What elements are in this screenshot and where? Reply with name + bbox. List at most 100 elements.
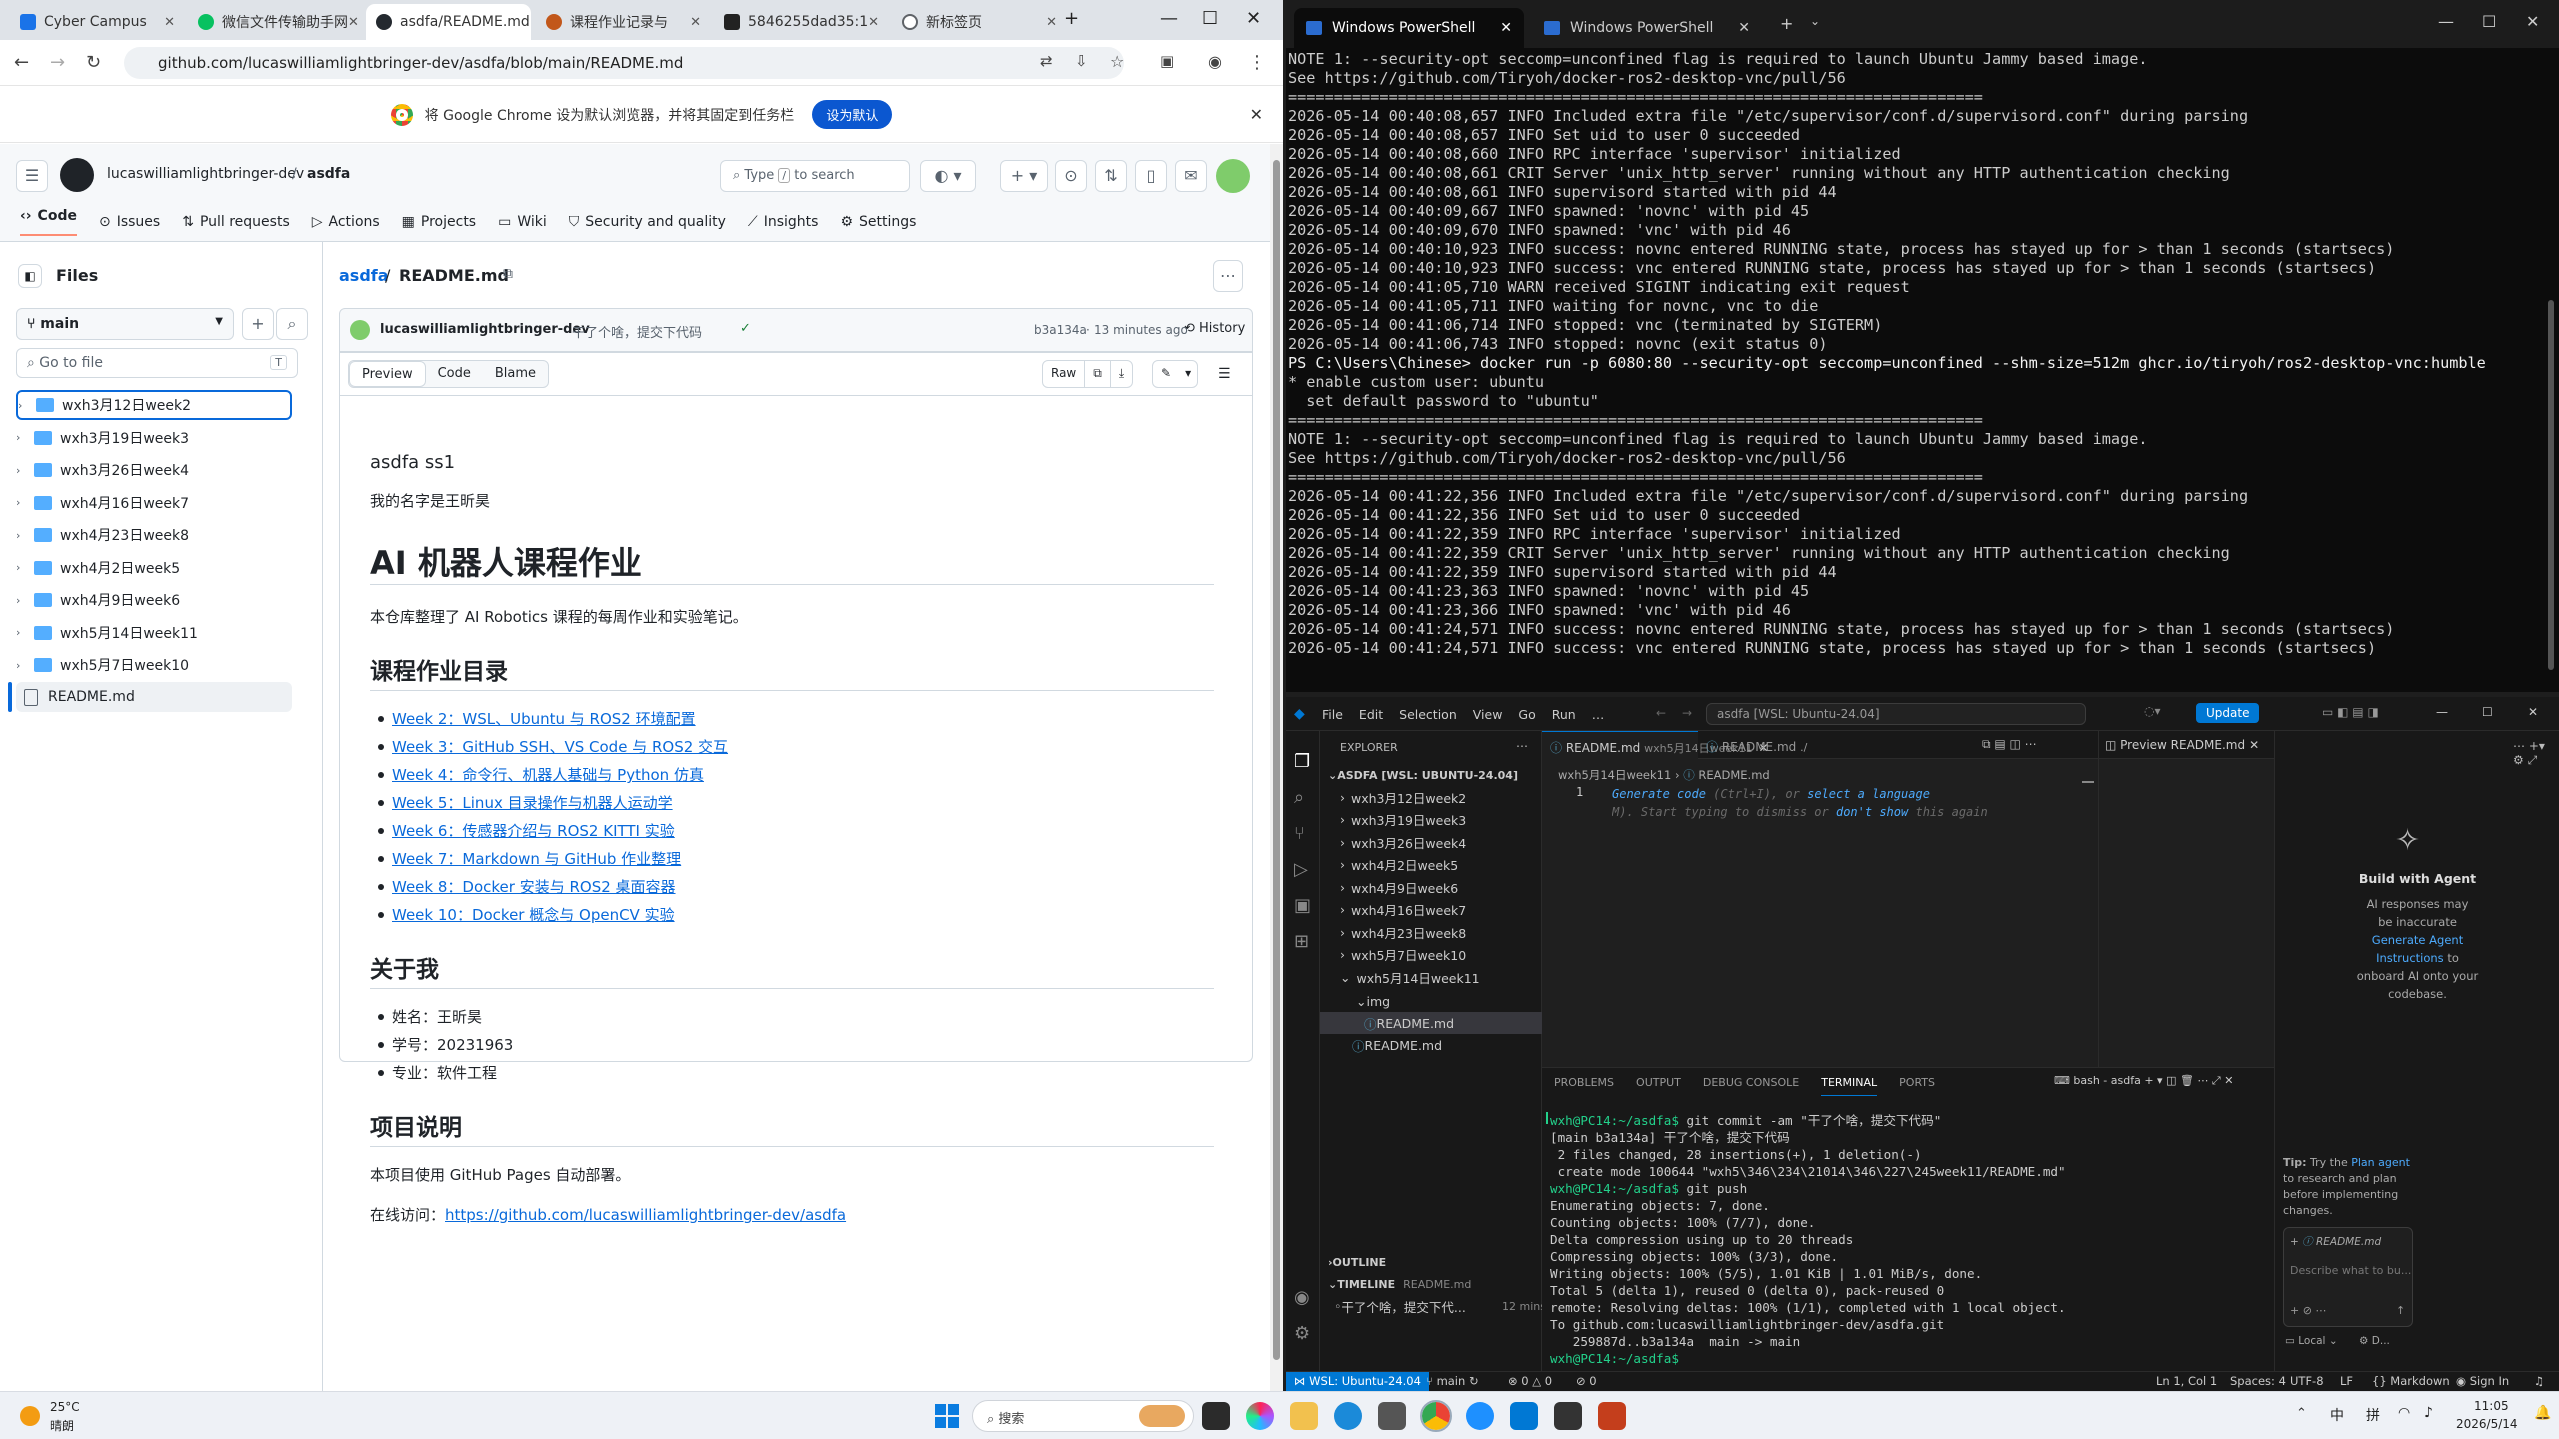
- week-link[interactable]: Week 10：Docker 概念与 OpenCV 实验: [392, 904, 675, 925]
- powershell-tab-active[interactable]: Windows PowerShell ✕: [1294, 8, 1524, 48]
- more-options-icon[interactable]: ⋯: [1213, 260, 1243, 292]
- language-mode[interactable]: {} Markdown: [2372, 1374, 2450, 1388]
- panel-tab[interactable]: DEBUG CONSOLE: [1703, 1076, 1799, 1096]
- bookmark-star-icon[interactable]: ☆: [1110, 52, 1124, 71]
- edit-pencil-icon[interactable]: ✎: [1153, 361, 1179, 387]
- chrome-tab[interactable]: 5846255dad35:1 ✕: [714, 4, 889, 40]
- tab-settings[interactable]: ⚙ Settings: [840, 208, 916, 236]
- forward-icon[interactable]: →: [1682, 706, 1692, 720]
- new-tab-icon[interactable]: +: [1780, 14, 1793, 33]
- repo-name-link[interactable]: asdfa: [307, 166, 350, 182]
- tab-pull-requests[interactable]: ⇅ Pull requests: [182, 208, 290, 236]
- panel-tab[interactable]: OUTPUT: [1636, 1076, 1681, 1096]
- minimize-icon[interactable]: —: [1160, 8, 1178, 29]
- weather-desc[interactable]: 晴朗: [50, 1417, 74, 1434]
- code-tab[interactable]: Code: [426, 361, 483, 387]
- repo-owner-link[interactable]: lucaswilliamlightbringer-dev: [107, 166, 304, 182]
- terminal-output[interactable]: wxh@PC14:~/asdfa$ git commit -am "干了个啥，提…: [1550, 1112, 2066, 1367]
- copy-path-icon[interactable]: ⧉: [503, 266, 513, 282]
- remote-indicator[interactable]: ⋈ WSL: Ubuntu-24.04: [1286, 1372, 1429, 1391]
- ime-mode[interactable]: 中: [2330, 1405, 2344, 1425]
- mode-select[interactable]: ⚙ D...: [2359, 1335, 2390, 1347]
- issues-icon[interactable]: ⊙: [1055, 160, 1087, 192]
- panel-tab[interactable]: PROBLEMS: [1554, 1076, 1614, 1096]
- powershell-tab[interactable]: Windows PowerShell ✕: [1532, 8, 1762, 48]
- chrome-menu-icon[interactable]: ⋮: [1248, 52, 1266, 73]
- more-options-icon[interactable]: ⋯: [1516, 739, 1528, 753]
- forward-icon[interactable]: →: [50, 52, 65, 73]
- edge-icon[interactable]: [1334, 1402, 1362, 1430]
- blame-tab[interactable]: Blame: [483, 361, 548, 387]
- search-input[interactable]: ⌕ Type / to search: [720, 160, 910, 192]
- copilot-icon[interactable]: [1246, 1402, 1274, 1430]
- clock-date[interactable]: 2026/5/14: [2456, 1417, 2518, 1431]
- minimize-icon[interactable]: —: [2438, 12, 2454, 31]
- scrollbar-thumb[interactable]: [2548, 300, 2554, 670]
- taskbar-search[interactable]: ⌕ 搜索: [972, 1400, 1194, 1432]
- avatar[interactable]: [1216, 159, 1250, 193]
- github-logo-icon[interactable]: [60, 158, 94, 192]
- set-default-button[interactable]: 设为默认: [812, 100, 893, 129]
- profile-icon[interactable]: ◉: [1208, 52, 1222, 71]
- manage-gear-icon[interactable]: ⚙: [1294, 1323, 1310, 1344]
- ports-indicator[interactable]: ⊘ 0: [1576, 1374, 1597, 1388]
- run-debug-icon[interactable]: ▷: [1294, 859, 1308, 880]
- plan-agent-link[interactable]: Plan agent: [2351, 1156, 2410, 1169]
- tree-folder[interactable]: › wxh5月14日week11: [16, 618, 292, 648]
- chrome-icon[interactable]: [1420, 1400, 1452, 1432]
- menu-item[interactable]: View: [1473, 707, 1503, 722]
- week-link[interactable]: Week 2：WSL、Ubuntu 与 ROS2 环境配置: [392, 708, 696, 729]
- explorer-folder[interactable]: ⌄ wxh5月14日week11: [1340, 966, 1480, 988]
- close-icon[interactable]: ✕: [1250, 105, 1263, 124]
- tree-folder[interactable]: › wxh3月26日week4: [16, 455, 292, 485]
- tray-chevron-icon[interactable]: ⌃: [2296, 1406, 2307, 1421]
- explorer-folder-img[interactable]: ⌄ img: [1356, 990, 1390, 1012]
- repositories-icon[interactable]: ▯: [1135, 160, 1167, 192]
- go-to-file-input[interactable]: ⌕ Go to file T: [16, 348, 298, 378]
- powerpoint-icon[interactable]: [1598, 1402, 1626, 1430]
- commit-message[interactable]: 干了个啥，提交下代码: [572, 322, 702, 341]
- search-icon[interactable]: ⌕: [1294, 787, 1304, 808]
- close-icon[interactable]: ✕: [164, 15, 175, 30]
- explorer-file-root[interactable]: ⓘ README.md: [1352, 1034, 1442, 1056]
- generate-instructions-link[interactable]: Generate Agent: [2275, 931, 2559, 949]
- week-link[interactable]: Week 6：传感器介绍与 ROS2 KITTI 实验: [392, 820, 675, 841]
- editor-tab[interactable]: ⓘ README.md ./: [1698, 731, 1808, 759]
- dont-show-link[interactable]: don't show: [1836, 805, 1908, 819]
- tab-actions[interactable]: ▷ Actions: [312, 208, 380, 236]
- terminal-icon[interactable]: [1554, 1402, 1582, 1430]
- remote-explorer-icon[interactable]: ▣: [1294, 895, 1311, 916]
- tab-projects[interactable]: ▦ Projects: [402, 208, 476, 236]
- close-icon[interactable]: ✕: [1046, 15, 1057, 30]
- start-icon[interactable]: [935, 1404, 959, 1428]
- context-chip[interactable]: + ⓘ README.md: [2290, 1234, 2381, 1249]
- create-new-icon[interactable]: + ▾: [1000, 160, 1048, 192]
- collapse-sidebar-icon[interactable]: ◧: [18, 264, 42, 288]
- explorer-folder[interactable]: › wxh5月7日week10: [1340, 944, 1466, 966]
- explorer-folder[interactable]: › wxh4月16日week7: [1340, 899, 1466, 921]
- explorer-folder[interactable]: › wxh4月9日week6: [1340, 876, 1458, 898]
- chat-input-placeholder[interactable]: Describe what to bu...: [2290, 1264, 2411, 1277]
- history-button[interactable]: ⟲ History: [1184, 321, 1245, 336]
- branch-indicator[interactable]: ⑂ main ↻: [1426, 1374, 1479, 1388]
- terminal-instance[interactable]: ⌨ bash - asdfa + ▾ ◫ 🗑 ⋯ ⤢ ✕: [2054, 1074, 2233, 1088]
- timeline-section[interactable]: ⌄ TIMELINE README.md: [1328, 1273, 1471, 1295]
- select-language-link[interactable]: select a language: [1807, 787, 1930, 801]
- back-icon[interactable]: ←: [14, 52, 29, 73]
- close-window-icon[interactable]: ✕: [2526, 12, 2539, 31]
- command-center[interactable]: asdfa [WSL: Ubuntu-24.04]: [1706, 703, 2086, 725]
- tree-file-readme[interactable]: README.md: [16, 682, 292, 712]
- outline-section[interactable]: › OUTLINE: [1328, 1251, 1386, 1273]
- editor-actions-icon[interactable]: ⧉ ▤ ◫ ⋯: [1982, 737, 2037, 752]
- tab-wiki[interactable]: ▭ Wiki: [498, 208, 547, 236]
- week-link[interactable]: Week 5：Linux 目录操作与机器人运动学: [392, 792, 673, 813]
- tree-folder[interactable]: › wxh3月19日week3: [16, 423, 292, 453]
- maximize-icon[interactable]: ☐: [2482, 12, 2496, 31]
- tree-folder[interactable]: › wxh5月7日week10: [16, 650, 292, 680]
- chrome-tab[interactable]: Cyber Campus ✕: [10, 4, 185, 40]
- explorer-folder[interactable]: › wxh4月23日week8: [1340, 921, 1466, 943]
- menu-item[interactable]: …: [1592, 707, 1605, 722]
- raw-button[interactable]: Raw: [1043, 361, 1086, 387]
- close-icon[interactable]: ✕: [690, 15, 701, 30]
- ime-pinyin[interactable]: 拼: [2366, 1405, 2380, 1425]
